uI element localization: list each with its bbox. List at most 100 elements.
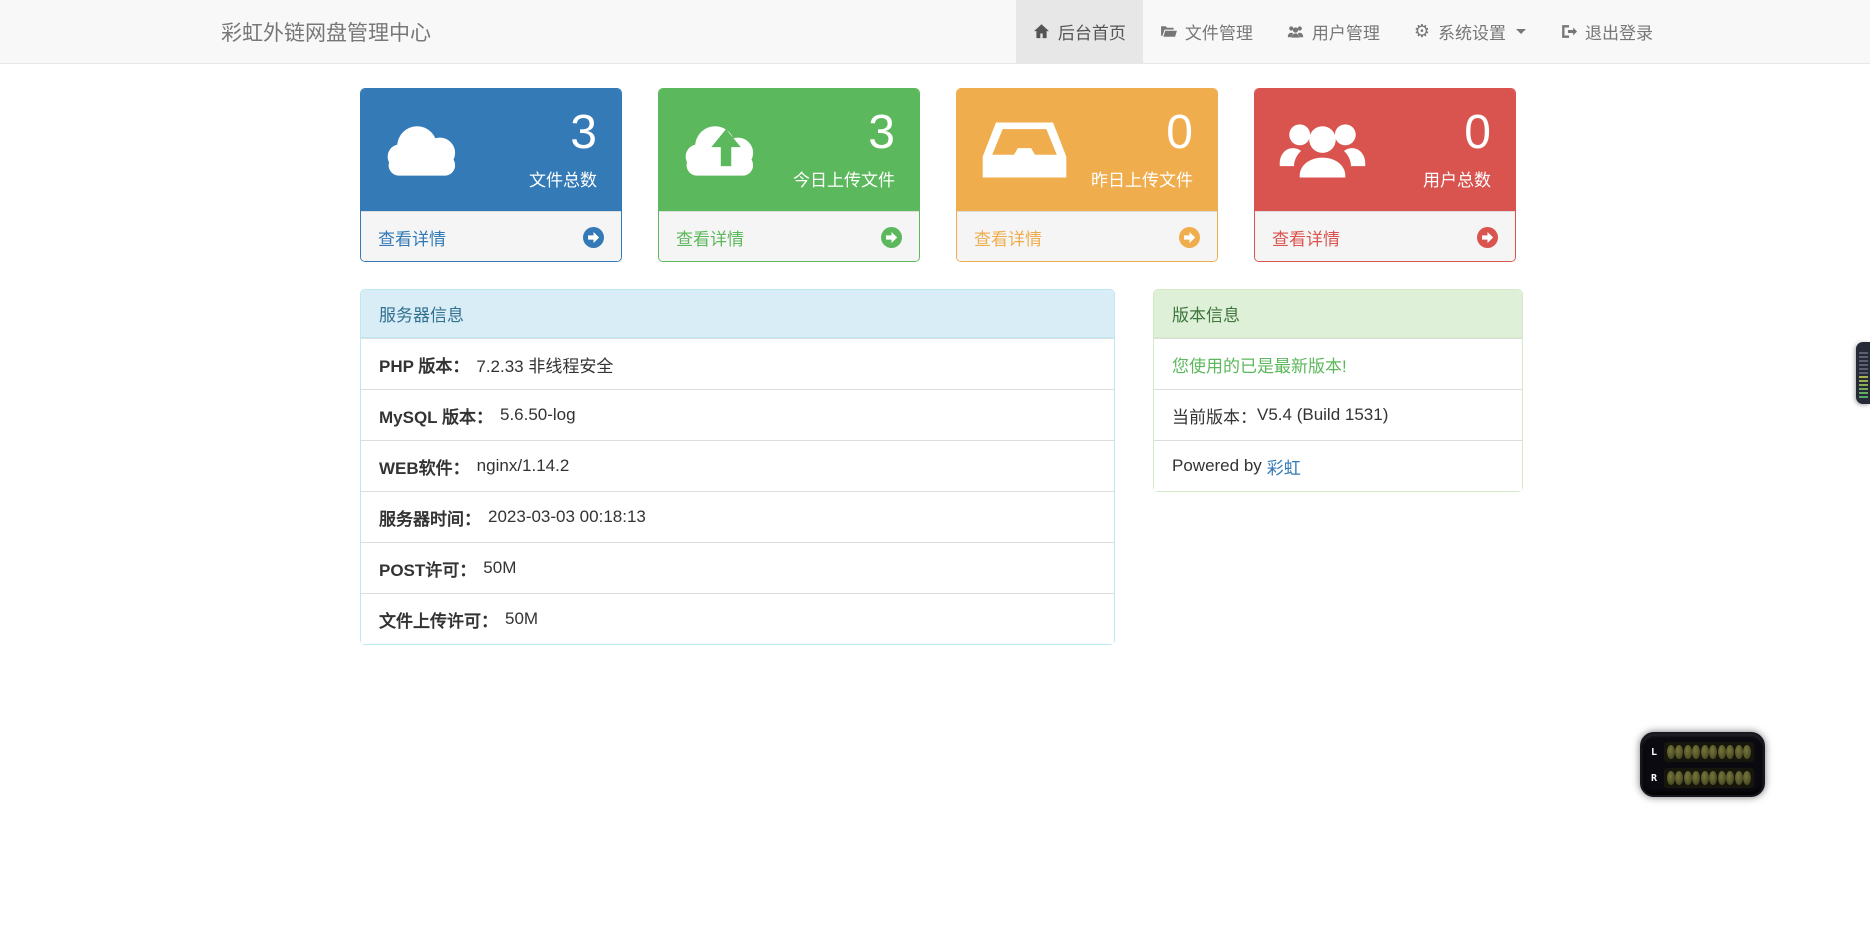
nav-item-users[interactable]: 用户管理 (1270, 0, 1397, 63)
server-info-row-php: PHP 版本： 7.2.33 非线程安全 (361, 338, 1114, 389)
led-segment (1743, 745, 1751, 759)
led-segment (1684, 771, 1692, 785)
stat-card-total-files: 3 文件总数 查看详情 (360, 88, 622, 262)
row-value: 50M (505, 609, 538, 629)
stat-value: 3 (570, 109, 597, 157)
led-segment (1735, 771, 1743, 785)
led-segment (1667, 745, 1675, 759)
nav-item-label: 文件管理 (1185, 19, 1253, 44)
right-channel-label: R (1651, 773, 1664, 784)
top-navbar: 彩虹外链网盘管理中心 后台首页 文件管理 用户管理 ⚙ (0, 0, 1870, 64)
edge-meter-gray-segments (1859, 352, 1868, 376)
row-label: 文件上传许可： (379, 607, 498, 632)
cloud-icon (381, 116, 476, 184)
inbox-icon (977, 116, 1072, 184)
row-value: V5.4 (Build 1531) (1257, 405, 1388, 425)
view-details-label: 查看详情 (974, 225, 1042, 250)
led-segment (1667, 771, 1675, 785)
version-latest-row: 您使用的已是最新版本! (1154, 338, 1522, 389)
navbar-container: 彩虹外链网盘管理中心 后台首页 文件管理 用户管理 ⚙ (221, 0, 1670, 63)
row-label: PHP 版本： (379, 352, 469, 377)
server-info-row-upload: 文件上传许可： 50M (361, 593, 1114, 644)
left-channel-label: L (1651, 747, 1664, 758)
view-details-label: 查看详情 (378, 225, 446, 250)
nav-item-logout[interactable]: 退出登录 (1543, 0, 1670, 63)
row-value: nginx/1.14.2 (477, 456, 570, 476)
stat-card-today-uploads: 3 今日上传文件 查看详情 (658, 88, 920, 262)
view-details-link[interactable]: 查看详情 (361, 211, 621, 262)
led-segment (1675, 771, 1683, 785)
led-segment (1718, 745, 1726, 759)
server-info-row-web: WEB软件： nginx/1.14.2 (361, 440, 1114, 491)
nav-item-files[interactable]: 文件管理 (1143, 0, 1270, 63)
latest-version-message: 您使用的已是最新版本! (1172, 352, 1347, 377)
stat-card-head: 3 今日上传文件 (659, 89, 919, 211)
powered-by-link[interactable]: 彩虹 (1267, 454, 1301, 479)
volume-meter-left-channel: L (1651, 741, 1754, 763)
nav-item-label: 用户管理 (1312, 19, 1380, 44)
nav-item-dashboard[interactable]: 后台首页 (1016, 0, 1143, 63)
led-segment (1684, 745, 1692, 759)
stat-label: 用户总数 (1423, 166, 1491, 191)
caret-down-icon (1516, 29, 1526, 34)
volume-meter-right-channel: R (1651, 767, 1754, 789)
nav-item-settings[interactable]: ⚙ 系统设置 (1397, 0, 1543, 63)
led-segment (1726, 745, 1734, 759)
led-segment (1675, 745, 1683, 759)
cloud-upload-icon (679, 116, 774, 184)
row-label: POST许可： (379, 556, 476, 581)
server-info-row-post: POST许可： 50M (361, 542, 1114, 593)
edge-meter-green-segments (1859, 376, 1868, 400)
led-segment (1726, 771, 1734, 785)
stat-value: 0 (1464, 109, 1491, 157)
version-info-panel: 版本信息 您使用的已是最新版本! 当前版本： V5.4 (Build 1531)… (1153, 289, 1523, 492)
stat-value: 0 (1166, 109, 1193, 157)
brand-title: 彩虹外链网盘管理中心 (221, 17, 431, 47)
arrow-circle-right-icon (1179, 227, 1200, 248)
row-value: 7.2.33 非线程安全 (476, 352, 613, 377)
led-segment (1692, 771, 1700, 785)
main-menu: 后台首页 文件管理 用户管理 ⚙ 系统设置 (1016, 0, 1670, 63)
arrow-circle-right-icon (881, 227, 902, 248)
arrow-circle-right-icon (583, 227, 604, 248)
server-info-row-time: 服务器时间： 2023-03-03 00:18:13 (361, 491, 1114, 542)
gear-icon: ⚙ (1414, 23, 1430, 41)
stat-card-yesterday-uploads: 0 昨日上传文件 查看详情 (956, 88, 1218, 262)
led-segment (1718, 771, 1726, 785)
stat-card-total-users: 0 用户总数 查看详情 (1254, 88, 1516, 262)
version-current-row: 当前版本： V5.4 (Build 1531) (1154, 389, 1522, 440)
led-segment (1709, 745, 1717, 759)
nav-item-label: 后台首页 (1058, 19, 1126, 44)
nav-item-label: 系统设置 (1438, 19, 1506, 44)
view-details-link[interactable]: 查看详情 (659, 211, 919, 262)
view-details-link[interactable]: 查看详情 (957, 211, 1217, 262)
stat-label: 文件总数 (529, 166, 597, 191)
row-label: MySQL 版本： (379, 403, 493, 428)
led-segment (1709, 771, 1717, 785)
stat-card-head: 3 文件总数 (361, 89, 621, 211)
users-icon (1287, 23, 1304, 40)
server-info-panel: 服务器信息 PHP 版本： 7.2.33 非线程安全 MySQL 版本： 5.6… (360, 289, 1115, 645)
edge-volume-meter[interactable] (1856, 342, 1870, 404)
led-segment (1701, 771, 1709, 785)
powered-by-text: Powered by (1172, 456, 1262, 476)
stat-label: 今日上传文件 (793, 166, 895, 191)
row-value: 5.6.50-log (500, 405, 576, 425)
row-value: 50M (483, 558, 516, 578)
view-details-label: 查看详情 (676, 225, 744, 250)
right-led-strip (1664, 768, 1754, 788)
powered-by-row: Powered by 彩虹 (1154, 440, 1522, 491)
row-label: 服务器时间： (379, 505, 481, 530)
stat-card-head: 0 昨日上传文件 (957, 89, 1217, 211)
folder-open-icon (1160, 23, 1177, 40)
stat-label: 昨日上传文件 (1091, 166, 1193, 191)
users-group-icon (1275, 116, 1370, 184)
view-details-link[interactable]: 查看详情 (1255, 211, 1515, 262)
row-label: 当前版本： (1172, 403, 1257, 428)
sign-out-icon (1560, 23, 1577, 40)
server-info-row-mysql: MySQL 版本： 5.6.50-log (361, 389, 1114, 440)
volume-meter-widget[interactable]: L R (1640, 732, 1765, 797)
led-segment (1743, 771, 1751, 785)
version-info-title: 版本信息 (1154, 290, 1522, 338)
nav-item-label: 退出登录 (1585, 19, 1653, 44)
